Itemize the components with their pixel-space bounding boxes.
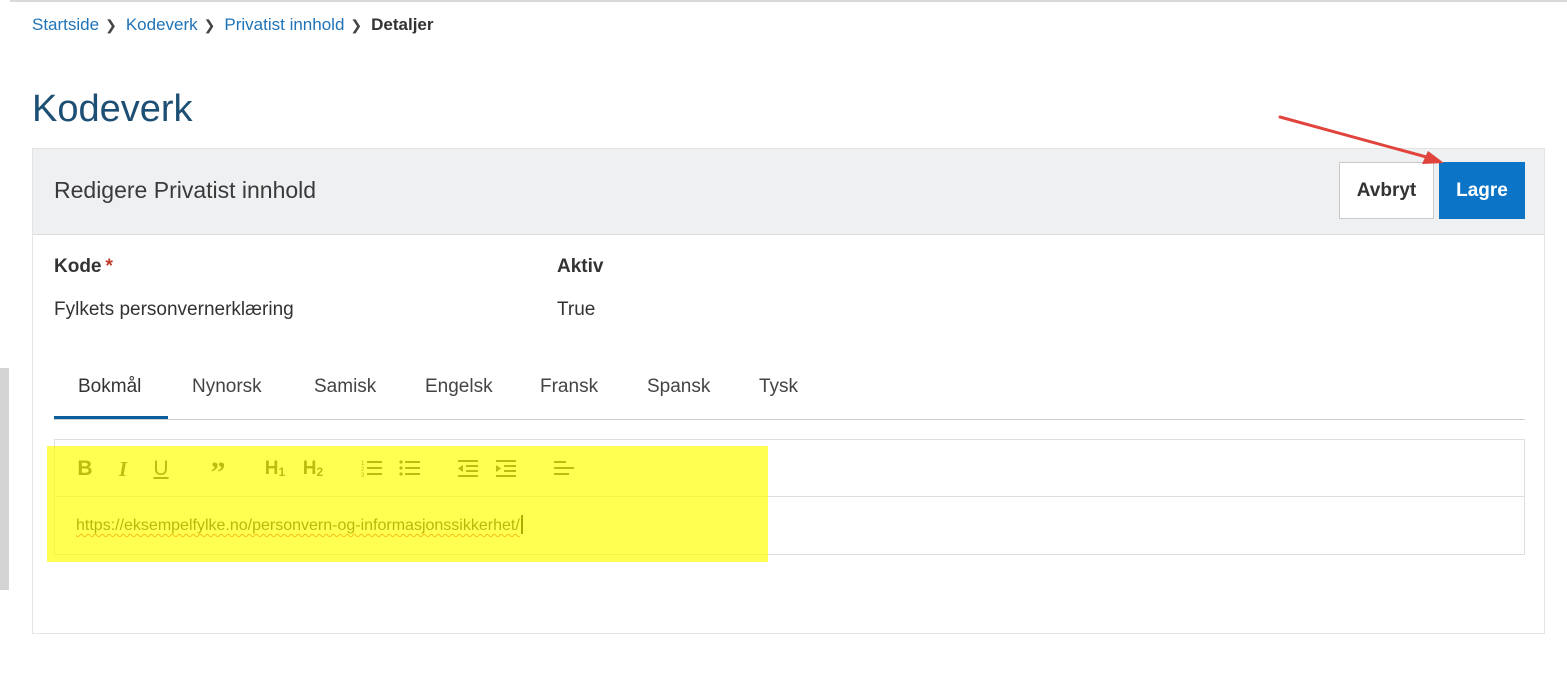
breadcrumb-link-privatist-innhold[interactable]: Privatist innhold <box>224 15 344 35</box>
card-title: Redigere Privatist innhold <box>54 177 317 203</box>
outdent-icon[interactable] <box>453 452 483 486</box>
ordered-list-icon[interactable]: 123 <box>357 452 387 486</box>
annotation-arrow-icon <box>1278 115 1444 164</box>
breadcrumb-link-startside[interactable]: Startside <box>32 15 99 35</box>
heading1-icon[interactable]: H1 <box>260 452 290 486</box>
kode-label: Kode * <box>54 256 113 278</box>
chevron-right-icon: ❯ <box>350 16 363 33</box>
quote-icon[interactable]: ” <box>203 452 233 489</box>
tab-bokmal[interactable]: Bokmål <box>78 376 141 398</box>
kode-label-text: Kode <box>54 256 102 277</box>
tab-samisk[interactable]: Samisk <box>314 376 376 398</box>
align-left-icon[interactable] <box>549 452 579 486</box>
editor-toolbar: B I U ” H1 H2 123 <box>55 440 1524 497</box>
rich-text-editor: B I U ” H1 H2 123 https://eksempelfylke. <box>54 439 1525 555</box>
italic-icon[interactable]: I <box>108 452 138 486</box>
text-caret <box>520 515 523 534</box>
top-divider <box>10 0 1567 2</box>
underline-icon[interactable]: U <box>146 452 176 486</box>
tab-nynorsk[interactable]: Nynorsk <box>192 376 262 398</box>
breadcrumb-link-kodeverk[interactable]: Kodeverk <box>126 15 198 35</box>
breadcrumb-current: Detaljer <box>371 15 434 34</box>
heading2-icon[interactable]: H2 <box>298 452 328 486</box>
language-tabs: Bokmål Nynorsk Samisk Engelsk Fransk Spa… <box>54 359 1525 420</box>
tab-tysk[interactable]: Tysk <box>759 376 798 398</box>
bullet-list-icon[interactable] <box>395 452 425 486</box>
tab-engelsk[interactable]: Engelsk <box>425 376 493 398</box>
active-tab-indicator <box>54 416 168 419</box>
page-title: Kodeverk <box>32 88 193 130</box>
required-marker: * <box>105 256 113 277</box>
aktiv-label: Aktiv <box>557 256 604 277</box>
tab-spansk[interactable]: Spansk <box>647 376 710 398</box>
bold-icon[interactable]: B <box>70 452 100 486</box>
indent-icon[interactable] <box>491 452 521 486</box>
editor-content[interactable]: https://eksempelfylke.no/personvern-og-i… <box>76 515 523 535</box>
kode-value: Fylkets personvernerklæring <box>54 299 294 320</box>
breadcrumb: Startside ❯ Kodeverk ❯ Privatist innhold… <box>32 15 434 35</box>
scrollbar-track[interactable] <box>0 368 9 590</box>
edit-card: Redigere Privatist innhold Avbryt Lagre … <box>32 148 1545 634</box>
aktiv-value: True <box>557 299 596 320</box>
chevron-right-icon: ❯ <box>203 16 216 33</box>
chevron-right-icon: ❯ <box>105 16 117 33</box>
svg-text:3: 3 <box>361 473 365 479</box>
editor-text: https://eksempelfylke.no/personvern-og-i… <box>76 517 520 534</box>
tab-fransk[interactable]: Fransk <box>540 376 598 398</box>
